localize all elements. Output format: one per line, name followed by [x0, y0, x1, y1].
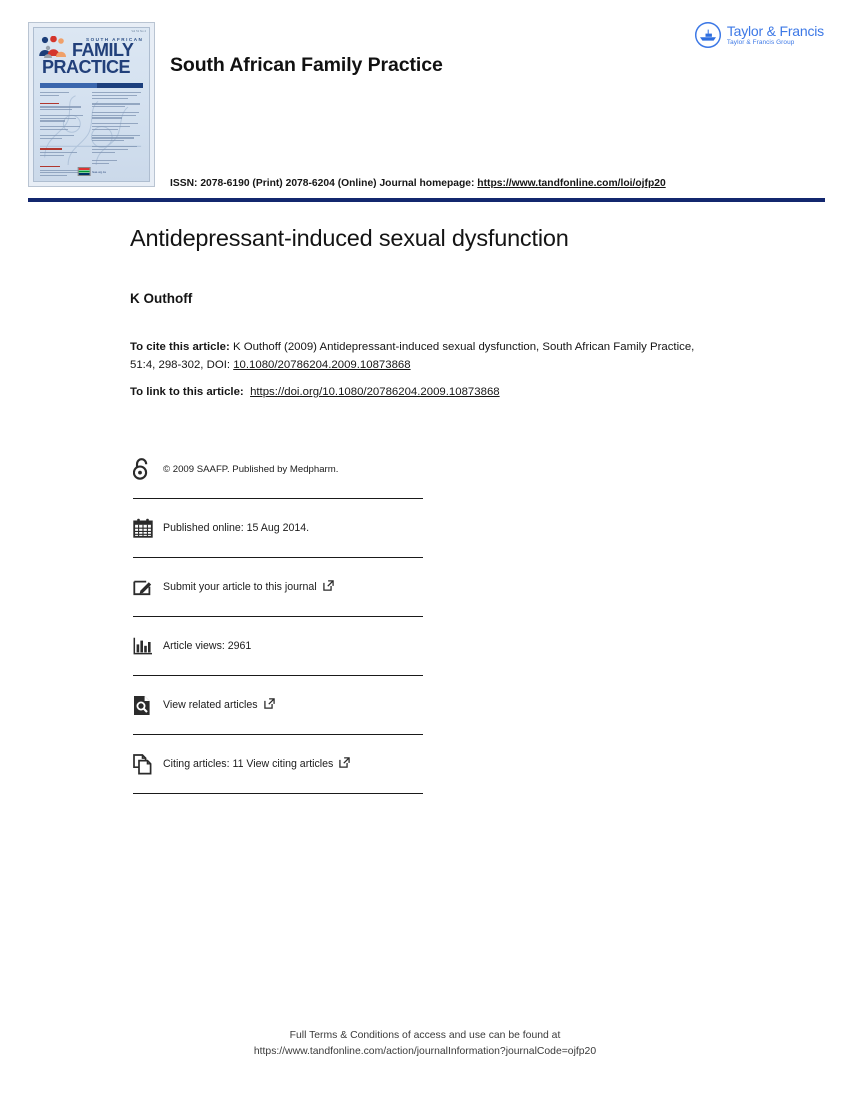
external-link-icon — [263, 698, 275, 712]
doi-link[interactable]: 10.1080/20786204.2009.10873868 — [233, 359, 410, 371]
issn-line: ISSN: 2078-6190 (Print) 2078-6204 (Onlin… — [170, 178, 666, 189]
journal-title: South African Family Practice — [170, 54, 443, 76]
journal-cover-artwork: Vol 51 No 4 SOUTH AFRICAN FAMILY PRACTIC… — [33, 27, 150, 182]
related-articles-label[interactable]: View related articles — [163, 698, 275, 712]
open-access-lock-icon — [133, 458, 163, 480]
calendar-icon — [133, 518, 163, 538]
page-header: Vol 51 No 4 SOUTH AFRICAN FAMILY PRACTIC… — [0, 0, 850, 202]
taylor-francis-mark-icon — [694, 22, 721, 48]
cover-publisher-logo: fsas.org.za — [77, 167, 106, 176]
citing-articles-text: Citing articles: 11 View citing articles — [163, 758, 334, 770]
copyright-text: © 2009 SAAFP. Published by Medpharm. — [163, 463, 339, 475]
metadata-row-published-online: Published online: 15 Aug 2014. — [133, 499, 423, 558]
article-metadata-list: © 2009 SAAFP. Published by Medpharm. Pub… — [133, 440, 423, 794]
doi-url-link[interactable]: https://doi.org/10.1080/20786204.2009.10… — [250, 386, 500, 398]
footer-line-1: Full Terms & Conditions of access and us… — [289, 1030, 561, 1041]
taylor-francis-name: Taylor & Francis — [726, 22, 824, 39]
external-link-icon — [339, 757, 351, 771]
footer-line-2: https://www.tandfonline.com/action/journ… — [253, 1046, 597, 1057]
taylor-francis-logo[interactable]: Taylor & Francis Taylor & Francis Group — [694, 22, 824, 48]
issn-text: ISSN: 2078-6190 (Print) 2078-6204 (Onlin… — [170, 178, 478, 189]
header-divider — [28, 198, 825, 202]
published-online-text: Published online: 15 Aug 2014. — [163, 522, 310, 534]
metadata-row-article-views: Article views: 2961 — [133, 617, 423, 676]
cover-contents-list — [40, 92, 143, 177]
cover-logo-text: fsas.org.za — [92, 169, 106, 174]
citing-articles-label[interactable]: Citing articles: 11 View citing articles — [163, 757, 351, 771]
metadata-row-submit-article[interactable]: Submit your article to this journal — [133, 558, 423, 617]
cover-title-practice: PRACTICE — [42, 57, 131, 77]
bar-chart-icon — [133, 637, 163, 655]
link-label: To link to this article: — [130, 386, 244, 398]
page-footer: Full Terms & Conditions of access and us… — [0, 1028, 850, 1060]
submit-article-label[interactable]: Submit your article to this journal — [163, 580, 334, 594]
citation-block: To cite this article: K Outhoff (2009) A… — [130, 339, 710, 374]
pencil-edit-icon — [133, 577, 163, 597]
journal-homepage-link[interactable]: https://www.tandfonline.com/loi/ojfp20 — [477, 178, 665, 189]
related-articles-text: View related articles — [163, 699, 258, 711]
copy-documents-icon — [133, 753, 163, 775]
taylor-francis-group: Taylor & Francis Group — [726, 38, 795, 46]
journal-cover-thumbnail[interactable]: Vol 51 No 4 SOUTH AFRICAN FAMILY PRACTIC… — [28, 22, 155, 187]
metadata-row-related-articles[interactable]: View related articles — [133, 676, 423, 735]
article-views-text: Article views: 2961 — [163, 640, 252, 652]
cover-issue-label: Vol 51 No 4 — [131, 30, 146, 33]
metadata-row-citing-articles[interactable]: Citing articles: 11 View citing articles — [133, 735, 423, 794]
cite-label: To cite this article: — [130, 341, 230, 353]
article-title: Antidepressant-induced sexual dysfunctio… — [130, 225, 569, 251]
cover-accent-bar — [40, 83, 143, 88]
external-link-icon — [322, 580, 334, 594]
metadata-row-copyright: © 2009 SAAFP. Published by Medpharm. — [133, 440, 423, 499]
document-search-icon — [133, 695, 163, 716]
link-block: To link to this article: https://doi.org… — [130, 384, 500, 402]
submit-article-text: Submit your article to this journal — [163, 581, 317, 593]
article-author: K Outhoff — [130, 291, 193, 306]
south-africa-flag-icon — [77, 167, 91, 176]
